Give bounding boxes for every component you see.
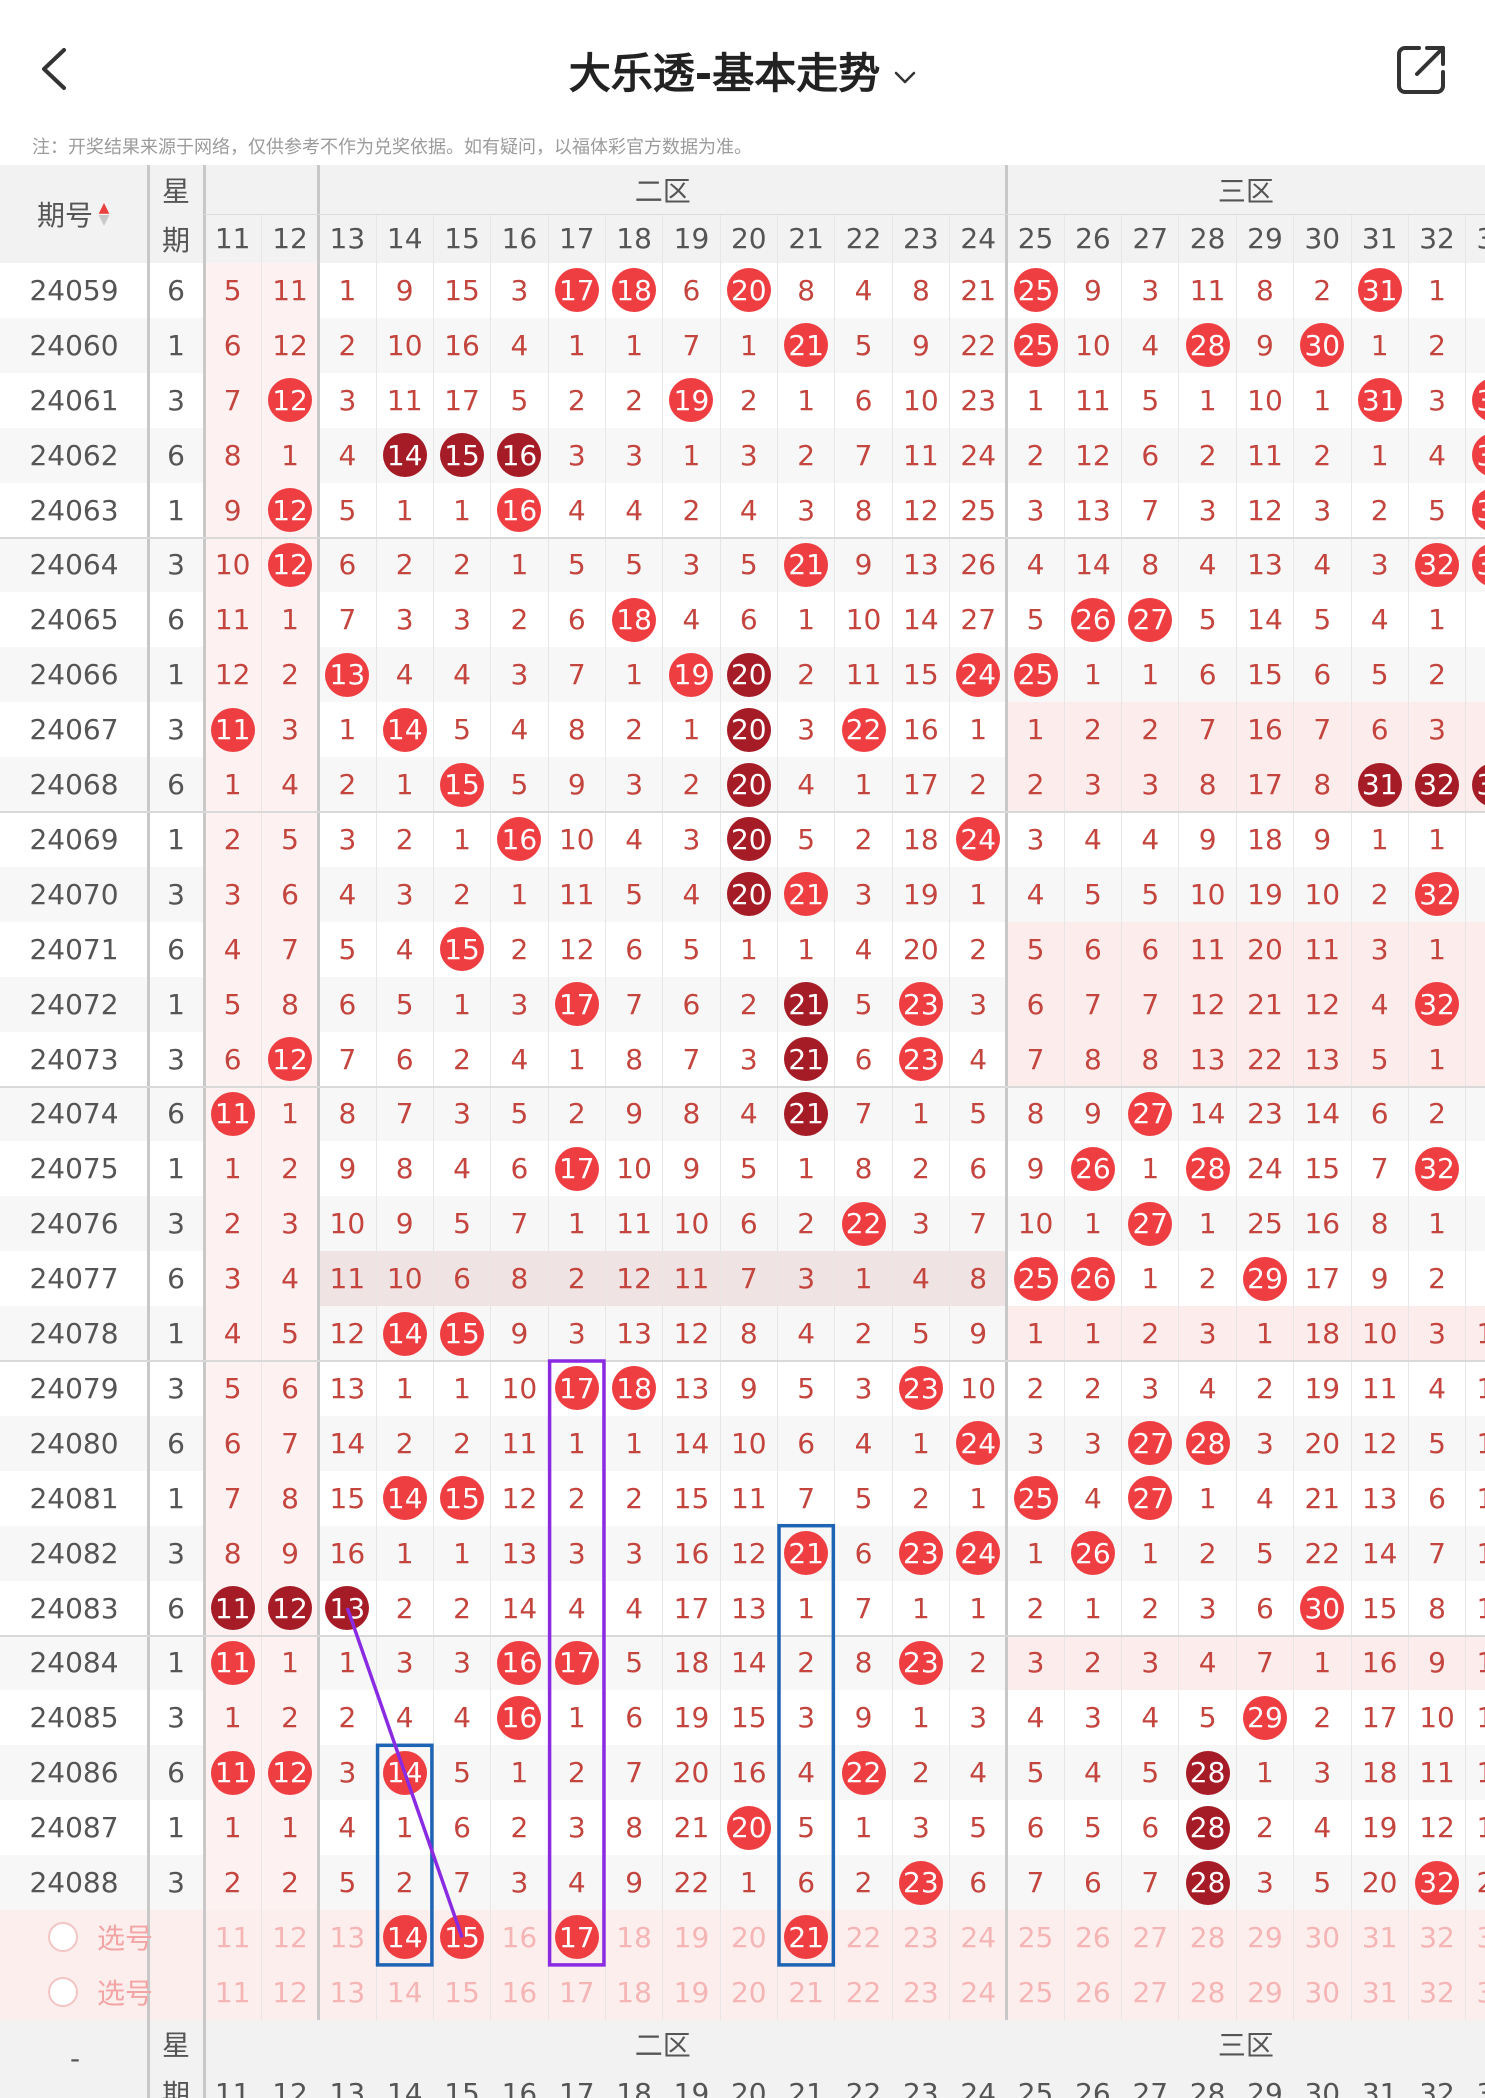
- trend-chart: 期号 ▲ ▼ 星期二区 三区 11 12 13 14 15 16 17 18 19 20 21 22 23 24 25…: [0, 0, 1485, 2098]
- selection-box-col-14: [375, 1743, 434, 1967]
- annotation-overlay: [345, 1359, 836, 1967]
- selection-box-col-21: [777, 1523, 836, 1967]
- selection-box-col-17: [547, 1359, 606, 1967]
- trend-line: [345, 1607, 464, 1939]
